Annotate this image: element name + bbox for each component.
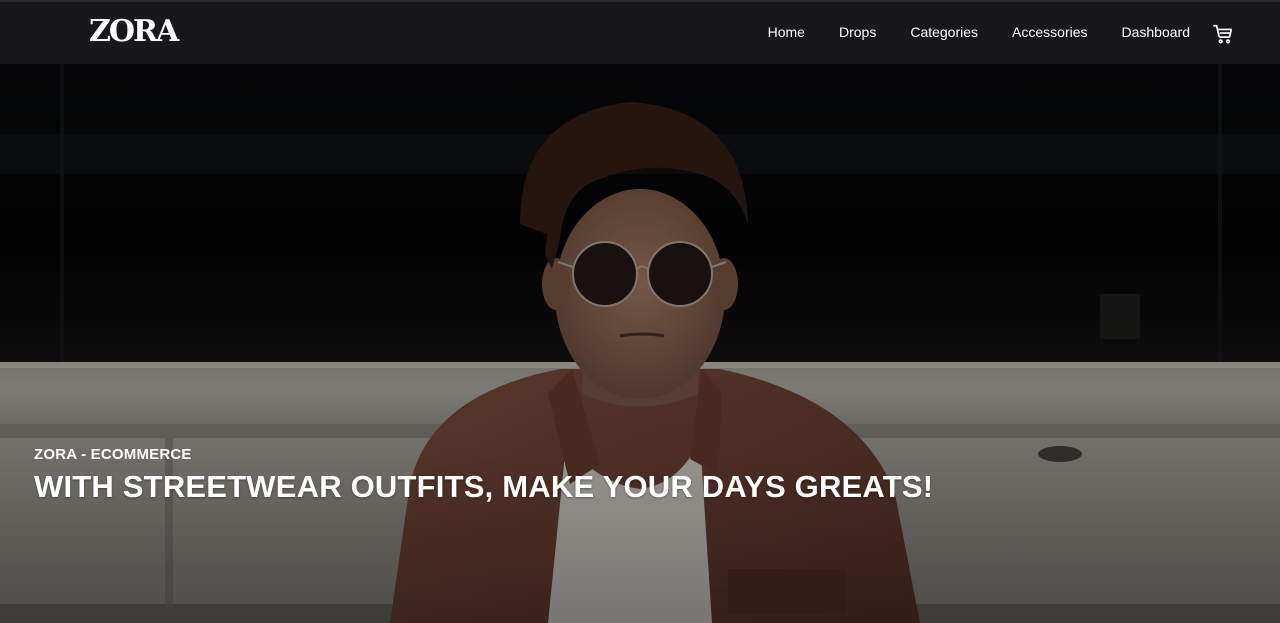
hero-banner: ZORA - ECOMMERCE WITH STREETWEAR OUTFITS…: [0, 64, 1280, 623]
nav-item-categories[interactable]: Categories: [910, 22, 978, 42]
shopping-cart-icon[interactable]: [1212, 23, 1234, 45]
hero-photo: [0, 64, 1280, 623]
nav-item-drops[interactable]: Drops: [839, 22, 876, 42]
hero-eyebrow: ZORA - ECOMMERCE: [34, 446, 192, 463]
hero-text: ZORA - ECOMMERCE WITH STREETWEAR OUTFITS…: [34, 446, 933, 504]
main-nav: Home Drops Categories Accessories Dashbo…: [768, 22, 1190, 42]
nav-item-accessories[interactable]: Accessories: [1012, 22, 1087, 42]
top-navbar: ZORA Home Drops Categories Accessories D…: [0, 0, 1280, 64]
nav-item-dashboard[interactable]: Dashboard: [1122, 22, 1191, 42]
nav-item-home[interactable]: Home: [768, 22, 805, 42]
hero-headline: WITH STREETWEAR OUTFITS, MAKE YOUR DAYS …: [34, 469, 934, 504]
brand-logo[interactable]: ZORA: [89, 16, 179, 48]
